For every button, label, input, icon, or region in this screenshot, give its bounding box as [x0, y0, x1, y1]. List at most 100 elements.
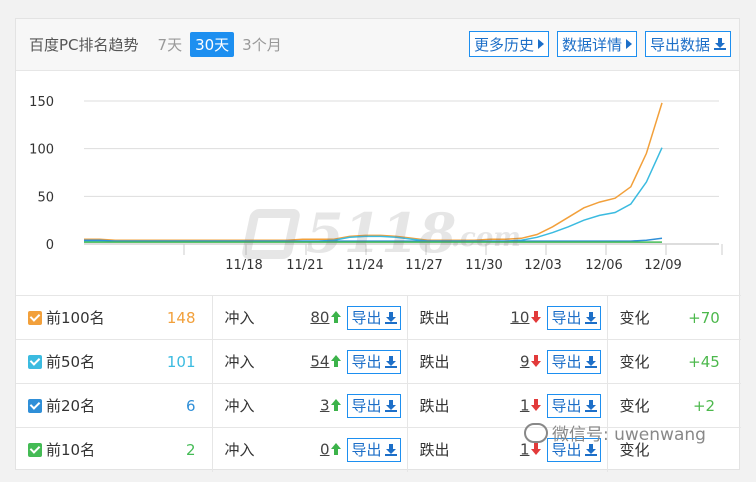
rank-stats-table: 前100名 148 冲入 80 导出 跌出 10 导出 变化 +70 前50名 101 冲入 54 导出 跌出… — [16, 295, 741, 472]
y-tick-label: 50 — [37, 190, 54, 205]
change-label: 变化 — [607, 295, 667, 340]
x-tick-label: 12/09 — [644, 258, 681, 273]
wechat-overlay: 微信号: uwenwang — [524, 420, 706, 445]
rush-in-label: 冲入 — [212, 383, 272, 428]
tab-30-days[interactable]: 30天 — [190, 32, 235, 57]
export-data-label: 导出数据 — [649, 35, 710, 54]
download-icon — [384, 443, 397, 456]
export-label: 导出 — [551, 397, 582, 415]
drop-out-label: 跌出 — [407, 427, 467, 472]
rank-total: 101 — [128, 339, 213, 384]
panel-title: 百度PC排名趋势 — [29, 36, 139, 54]
rank-name: 前50名 — [46, 353, 96, 371]
change-value: +45 — [667, 339, 741, 384]
download-icon — [384, 355, 397, 368]
panel-header: 百度PC排名趋势 7天 30天 3个月 更多历史 数据详情 导出数据 — [16, 19, 739, 71]
export-label: 导出 — [351, 441, 382, 460]
download-icon — [384, 311, 397, 324]
checkbox-icon[interactable] — [28, 443, 42, 458]
tab-3-months[interactable]: 3个月 — [237, 32, 287, 57]
drop-out-label: 跌出 — [407, 383, 467, 428]
wechat-icon — [524, 422, 548, 443]
export-label: 导出 — [351, 397, 382, 415]
y-tick-label: 150 — [29, 95, 54, 110]
export-label: 导出 — [351, 353, 382, 371]
export-in-button[interactable]: 导出 — [347, 305, 401, 330]
data-details-label: 数据详情 — [561, 35, 622, 54]
wechat-id: 微信号: uwenwang — [552, 425, 706, 445]
rush-in-count[interactable]: 0 — [320, 440, 330, 458]
checkbox-icon[interactable] — [28, 355, 42, 369]
rush-in-count[interactable]: 3 — [320, 396, 330, 414]
watermark-brand: 5118 — [306, 201, 457, 265]
drop-out-label: 跌出 — [407, 295, 467, 340]
export-label: 导出 — [351, 309, 382, 327]
header-actions: 更多历史 数据详情 导出数据 — [468, 31, 731, 57]
rank-name: 前10名 — [46, 441, 96, 460]
rank-row: 前100名 148 冲入 80 导出 跌出 10 导出 变化 +70 — [16, 295, 741, 340]
rush-in-cell: 0 导出 — [272, 427, 408, 472]
more-history-button[interactable]: 更多历史 — [468, 31, 549, 57]
arrow-down-icon — [531, 355, 542, 367]
caret-right-icon — [625, 39, 632, 49]
rank-name-cell: 前10名 — [16, 427, 128, 472]
rank-name-cell: 前50名 — [16, 339, 128, 384]
export-out-button[interactable]: 导出 — [547, 393, 601, 418]
rank-total: 2 — [128, 427, 213, 472]
rush-in-cell: 54 导出 — [272, 339, 408, 384]
caret-right-icon — [537, 39, 544, 49]
x-tick-label: 12/03 — [524, 258, 561, 273]
arrow-down-icon — [531, 311, 542, 323]
y-tick-label: 0 — [46, 238, 54, 253]
rank-name-cell: 前100名 — [16, 295, 128, 340]
x-tick-label: 12/06 — [585, 258, 622, 273]
export-out-button[interactable]: 导出 — [547, 305, 601, 330]
download-icon — [384, 399, 397, 412]
tab-7-days[interactable]: 7天 — [153, 32, 188, 57]
checkbox-icon[interactable] — [28, 311, 42, 325]
rush-in-label: 冲入 — [212, 295, 272, 340]
download-icon — [584, 311, 597, 324]
rank-total: 148 — [128, 295, 213, 340]
rank-row: 前50名 101 冲入 54 导出 跌出 9 导出 变化 +45 — [16, 339, 741, 384]
download-icon — [584, 399, 597, 412]
arrow-up-icon — [331, 355, 342, 367]
rush-in-count[interactable]: 54 — [310, 352, 329, 370]
drop-out-cell: 9 导出 — [467, 339, 608, 384]
ranking-trend-panel: 百度PC排名趋势 7天 30天 3个月 更多历史 数据详情 导出数据 5118 … — [15, 18, 741, 472]
rank-total: 6 — [128, 383, 213, 428]
download-icon — [714, 38, 726, 50]
rush-in-cell: 3 导出 — [272, 383, 408, 428]
rush-in-label: 冲入 — [212, 427, 272, 472]
watermark-suffix: .com — [451, 223, 521, 253]
download-icon — [584, 355, 597, 368]
change-value: +70 — [667, 295, 741, 340]
export-label: 导出 — [551, 353, 582, 371]
arrow-down-icon — [531, 399, 542, 411]
export-in-button[interactable]: 导出 — [347, 437, 401, 462]
more-history-label: 更多历史 — [473, 35, 534, 54]
watermark-logo — [240, 209, 302, 259]
drop-out-count[interactable]: 10 — [510, 308, 529, 326]
export-in-button[interactable]: 导出 — [347, 393, 401, 418]
drop-out-count[interactable]: 9 — [520, 352, 530, 370]
export-out-button[interactable]: 导出 — [547, 349, 601, 374]
trend-chart: 5118 .com 0 50 100 150 11/18 11/21 11/24 11/27 1… — [16, 71, 741, 296]
data-details-button[interactable]: 数据详情 — [556, 31, 637, 57]
y-tick-label: 100 — [29, 143, 54, 158]
export-in-button[interactable]: 导出 — [347, 349, 401, 374]
arrow-down-icon — [531, 443, 542, 456]
rush-in-label: 冲入 — [212, 339, 272, 384]
checkbox-icon[interactable] — [28, 399, 42, 413]
drop-out-count[interactable]: 1 — [520, 396, 530, 414]
rush-in-count[interactable]: 80 — [310, 308, 329, 326]
rank-name: 前100名 — [46, 309, 105, 327]
rush-in-cell: 80 导出 — [272, 295, 408, 340]
drop-out-cell: 10 导出 — [467, 295, 608, 340]
change-label: 变化 — [607, 339, 667, 384]
watermark: 5118 .com — [236, 201, 526, 271]
rank-name: 前20名 — [46, 397, 96, 415]
download-icon — [584, 443, 597, 456]
export-data-button[interactable]: 导出数据 — [644, 31, 731, 57]
arrow-up-icon — [331, 399, 342, 411]
